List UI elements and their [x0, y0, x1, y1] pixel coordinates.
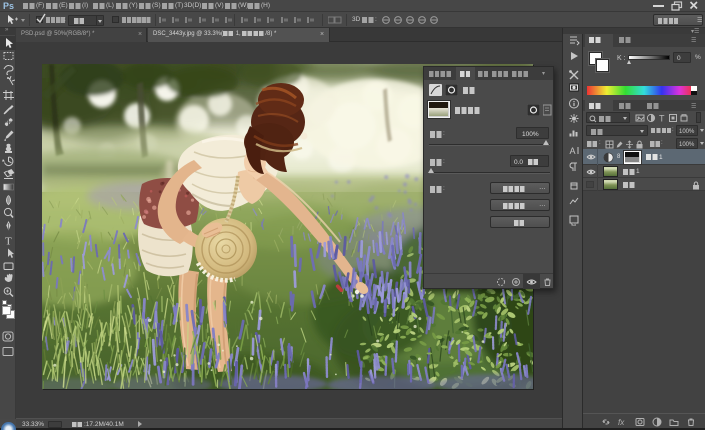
svg-text:T: T — [5, 235, 12, 246]
svg-text:T: T — [659, 114, 665, 124]
svg-text:A: A — [569, 146, 575, 156]
svg-text:fx: fx — [618, 418, 625, 427]
